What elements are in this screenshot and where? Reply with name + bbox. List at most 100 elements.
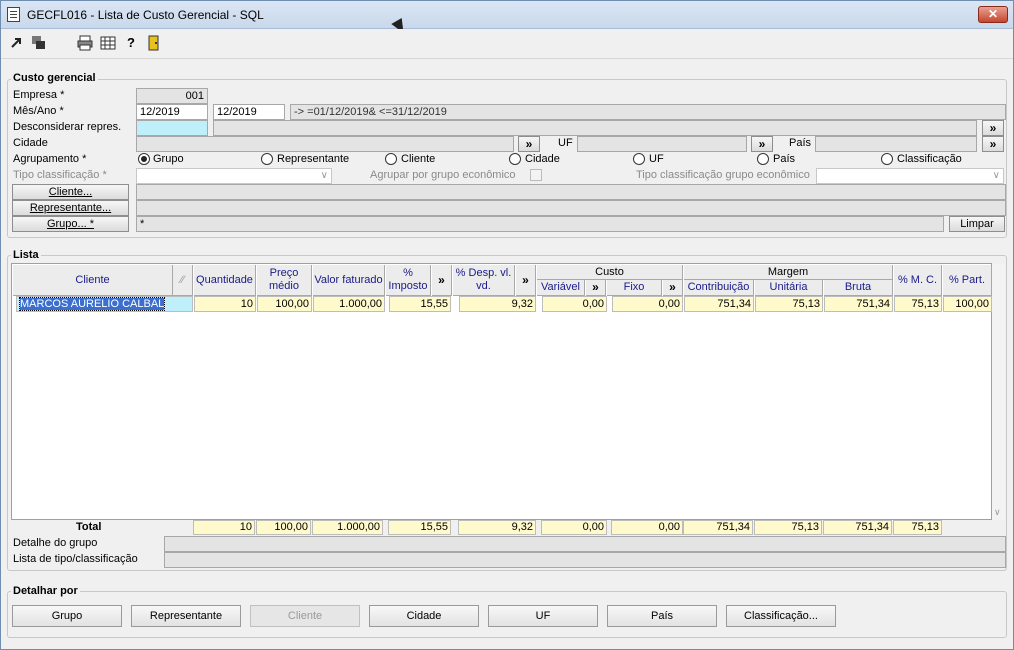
row-valor-faturado[interactable]: 1.000,00 xyxy=(313,296,385,312)
imposto-chevron[interactable]: » xyxy=(432,265,452,296)
row-contribuicao[interactable]: 751,34 xyxy=(684,296,754,312)
radio-pais[interactable] xyxy=(757,153,769,165)
agrupamento-label: Agrupamento * xyxy=(13,153,87,165)
total-desp: 9,32 xyxy=(458,520,536,535)
chevron-down-icon[interactable]: ∨ xyxy=(994,507,1001,518)
col-valor-faturado[interactable]: Valor faturado xyxy=(313,265,385,296)
custo-gerencial-legend: Custo gerencial xyxy=(11,72,98,84)
row-mc[interactable]: 75,13 xyxy=(894,296,942,312)
radio-cliente[interactable] xyxy=(385,153,397,165)
radio-pais-label: País xyxy=(773,153,796,165)
pais-label: País xyxy=(789,137,812,149)
representante-button-label: Representante... xyxy=(29,202,112,214)
row-part[interactable]: 100,00 xyxy=(943,296,992,312)
document-icon xyxy=(7,7,20,22)
variavel-chevron[interactable]: » xyxy=(586,280,606,296)
mesano-from-field[interactable]: 12/2019 xyxy=(136,104,208,120)
radio-representante[interactable] xyxy=(261,153,273,165)
radio-grupo[interactable] xyxy=(138,153,150,165)
sort-icon[interactable]: ⁄⁄ xyxy=(173,265,193,296)
limpar-button[interactable]: Limpar xyxy=(949,216,1005,232)
radio-cliente-label: Cliente xyxy=(401,153,436,165)
col-variavel[interactable]: Variável xyxy=(537,280,585,296)
radio-cidade[interactable] xyxy=(509,153,521,165)
col-cliente[interactable]: Cliente xyxy=(13,265,173,296)
empresa-label: Empresa * xyxy=(13,89,65,101)
row-desp[interactable]: 9,32 xyxy=(459,296,536,312)
radio-classificacao[interactable] xyxy=(881,153,893,165)
detalhar-classificacao-button[interactable]: Classificação... xyxy=(726,605,836,627)
total-label: Total xyxy=(76,521,102,533)
tipo-classificacao-select[interactable]: ∨ xyxy=(136,168,332,184)
print-icon[interactable] xyxy=(77,35,93,51)
uf-chevron-button[interactable]: » xyxy=(751,136,773,152)
cidade-chevron-button[interactable]: » xyxy=(518,136,540,152)
total-imposto: 15,55 xyxy=(388,520,451,535)
tipo-classificacao-list-label: Lista de tipo/classificação xyxy=(13,553,138,565)
col-custo: Custo xyxy=(537,265,683,280)
uf-field[interactable] xyxy=(577,136,747,152)
col-imposto[interactable]: % Imposto xyxy=(386,265,431,296)
cidade-label: Cidade xyxy=(13,137,48,149)
chevron-down-icon: ∨ xyxy=(992,170,1000,181)
cliente-field xyxy=(136,184,1006,200)
row-preco-medio[interactable]: 100,00 xyxy=(257,296,312,312)
detalhar-grupo-button[interactable]: Grupo xyxy=(12,605,122,627)
row-unitaria[interactable]: 75,13 xyxy=(755,296,823,312)
col-unitaria[interactable]: Unitária xyxy=(755,280,823,296)
pais-field[interactable] xyxy=(815,136,977,152)
desp-chevron[interactable]: » xyxy=(516,265,536,296)
agrupar-checkbox[interactable] xyxy=(530,169,542,181)
detalhar-uf-button[interactable]: UF xyxy=(488,605,598,627)
representante-button[interactable]: Representante... xyxy=(12,200,129,216)
vertical-scrollbar[interactable]: ∨ xyxy=(992,264,1005,520)
grupo-button[interactable]: Grupo... * xyxy=(12,216,129,232)
cidade-field[interactable] xyxy=(136,136,514,152)
desconsiderar-chevron-button[interactable]: » xyxy=(982,120,1004,136)
detalhar-pais-button[interactable]: País xyxy=(607,605,717,627)
copy-icon[interactable] xyxy=(31,35,47,51)
total-contribuicao: 751,34 xyxy=(683,520,753,535)
tipo-classificacao-list-field xyxy=(164,552,1006,568)
grid-icon[interactable] xyxy=(100,35,116,51)
grupo-button-label: Grupo... * xyxy=(46,218,95,230)
desconsiderar-label: Desconsiderar repres. xyxy=(13,121,122,133)
lista-legend: Lista xyxy=(11,249,41,261)
col-quantidade[interactable]: Quantidade xyxy=(194,265,256,296)
detalhar-cliente-button[interactable]: Cliente xyxy=(250,605,360,627)
col-part[interactable]: % Part. xyxy=(943,265,992,296)
cliente-button-label: Cliente... xyxy=(48,186,93,198)
col-fixo[interactable]: Fixo xyxy=(607,280,662,296)
grupo-field: * xyxy=(136,216,944,232)
radio-uf[interactable] xyxy=(633,153,645,165)
row-quantidade[interactable]: 10 xyxy=(194,296,256,312)
col-desp[interactable]: % Desp. vl. vd. xyxy=(453,265,515,296)
desconsiderar-desc-field xyxy=(213,120,977,136)
tipo-classificacao-label: Tipo classificação * xyxy=(13,169,107,181)
col-contribuicao[interactable]: Contribuição xyxy=(684,280,754,296)
detalhe-grupo-label: Detalhe do grupo xyxy=(13,537,98,549)
table-row-cliente[interactable]: MARCOS AURELIO CALBAL xyxy=(16,296,193,312)
fixo-chevron[interactable]: » xyxy=(663,280,683,296)
row-fixo[interactable]: 0,00 xyxy=(612,296,683,312)
row-imposto[interactable]: 15,55 xyxy=(389,296,451,312)
col-bruta[interactable]: Bruta xyxy=(824,280,893,296)
detalhar-cidade-button[interactable]: Cidade xyxy=(369,605,479,627)
help-icon[interactable]: ? xyxy=(123,35,139,51)
col-preco-medio[interactable]: Preço médio xyxy=(257,265,312,296)
row-bruta[interactable]: 751,34 xyxy=(824,296,893,312)
row-variavel[interactable]: 0,00 xyxy=(542,296,607,312)
door-icon[interactable] xyxy=(146,35,162,51)
mesano-to-field[interactable]: 12/2019 xyxy=(213,104,285,120)
exit-icon[interactable] xyxy=(9,35,25,51)
col-mc[interactable]: % M. C. xyxy=(894,265,942,296)
total-preco-medio: 100,00 xyxy=(256,520,311,535)
title-bar: GECFL016 - Lista de Custo Gerencial - SQ… xyxy=(1,1,1013,29)
tipo-class-grupo-select[interactable]: ∨ xyxy=(816,168,1004,184)
close-button[interactable]: ✕ xyxy=(978,6,1008,23)
pais-chevron-button[interactable]: » xyxy=(982,136,1004,152)
detalhar-representante-button[interactable]: Representante xyxy=(131,605,241,627)
cliente-button[interactable]: Cliente... xyxy=(12,184,129,200)
radio-representante-label: Representante xyxy=(277,153,350,165)
desconsiderar-field[interactable] xyxy=(136,120,208,136)
